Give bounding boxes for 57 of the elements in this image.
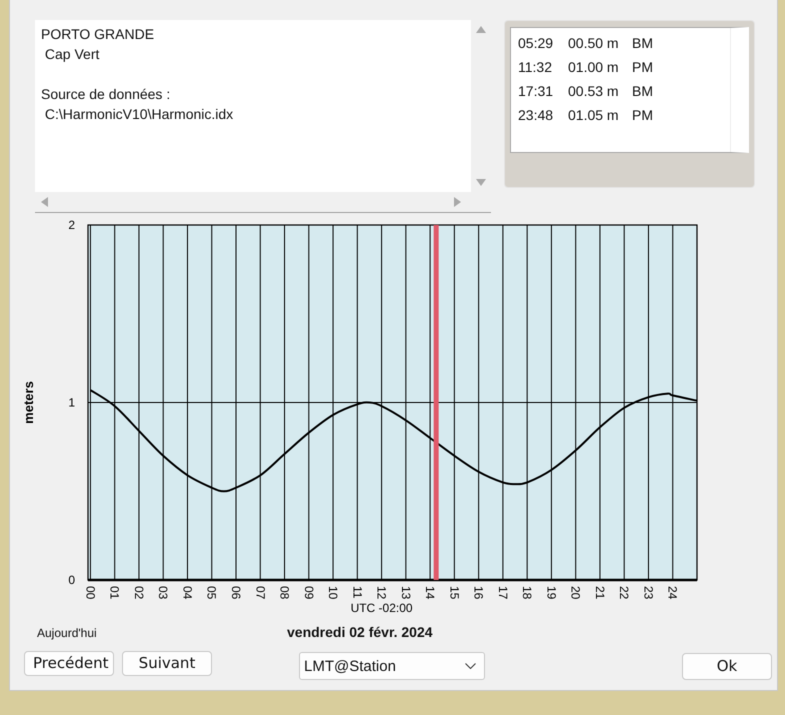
info-text-line: Source de données : <box>41 85 170 104</box>
x-tick-label: 19 <box>544 586 558 600</box>
x-tick-label: 08 <box>278 586 292 600</box>
x-tick-label: 15 <box>447 586 462 600</box>
tide-height: 00.53 m <box>568 83 619 99</box>
chevron-down-icon <box>465 663 476 669</box>
x-tick-label: 00 <box>83 586 98 600</box>
x-tick-label: 20 <box>568 586 583 600</box>
tide-height: 01.05 m <box>568 107 619 123</box>
y-tick-label: 2 <box>68 218 75 232</box>
tide-time: 17:31 <box>518 83 554 99</box>
timezone-dropdown[interactable]: LMT@Station <box>299 652 485 680</box>
info-text-line: PORTO GRANDE <box>41 25 154 44</box>
x-tick-label: 10 <box>326 586 340 600</box>
x-tick-label: 14 <box>423 586 438 600</box>
x-tick-label: 01 <box>108 586 122 600</box>
tide-type: BM <box>632 35 653 51</box>
scroll-up-icon[interactable] <box>476 26 486 33</box>
x-tick-label: 07 <box>253 586 268 600</box>
info-text-line: Cap Vert <box>44 45 100 64</box>
next-button[interactable]: Suivant <box>122 650 212 676</box>
x-tick-label: 18 <box>520 586 534 600</box>
ok-button[interactable]: Ok <box>682 652 772 680</box>
tide-time: 05:29 <box>518 35 554 51</box>
x-tick-label: 24 <box>666 586 680 600</box>
scroll-right-icon[interactable] <box>454 197 461 207</box>
x-tick-label: 06 <box>229 586 243 600</box>
x-tick-label: 05 <box>204 586 219 600</box>
x-tick-label: 09 <box>302 586 316 600</box>
x-tick-label: 16 <box>472 586 486 600</box>
x-tick-label: 13 <box>398 586 413 600</box>
tide-height: 00.50 m <box>568 35 619 51</box>
scroll-down-icon[interactable] <box>476 179 486 186</box>
x-tick-label: 22 <box>617 586 632 600</box>
x-tick-label: 02 <box>132 586 146 600</box>
date-label: vendredi 02 févr. 2024 <box>287 624 433 640</box>
x-tick-label: 21 <box>592 586 607 600</box>
info-text-line: C:\HarmonicV10\Harmonic.idx <box>44 105 234 124</box>
scroll-left-icon[interactable] <box>41 197 48 207</box>
tide-type: BM <box>632 83 653 99</box>
tide-height: 01.00 m <box>568 59 619 75</box>
previous-button[interactable]: Precédent <box>24 650 114 676</box>
tide-type: PM <box>632 59 653 75</box>
x-tick-label: 12 <box>374 586 389 600</box>
y-axis-label: meters <box>21 381 36 424</box>
y-tick-label: 1 <box>68 396 75 410</box>
today-label: Aujourd'hui <box>37 626 98 640</box>
y-tick-label: 0 <box>68 573 75 587</box>
tide-time: 23:48 <box>518 107 554 123</box>
x-tick-label: 17 <box>496 586 510 600</box>
x-tick-label: 04 <box>180 586 194 600</box>
x-tick-label: 03 <box>156 586 170 600</box>
x-axis-label: UTC -02:00 <box>350 601 413 615</box>
x-tick-label: 23 <box>641 586 656 600</box>
x-tick-label: 11 <box>350 586 364 598</box>
tide-time: 11:32 <box>518 59 552 75</box>
tide-type: PM <box>632 107 653 123</box>
